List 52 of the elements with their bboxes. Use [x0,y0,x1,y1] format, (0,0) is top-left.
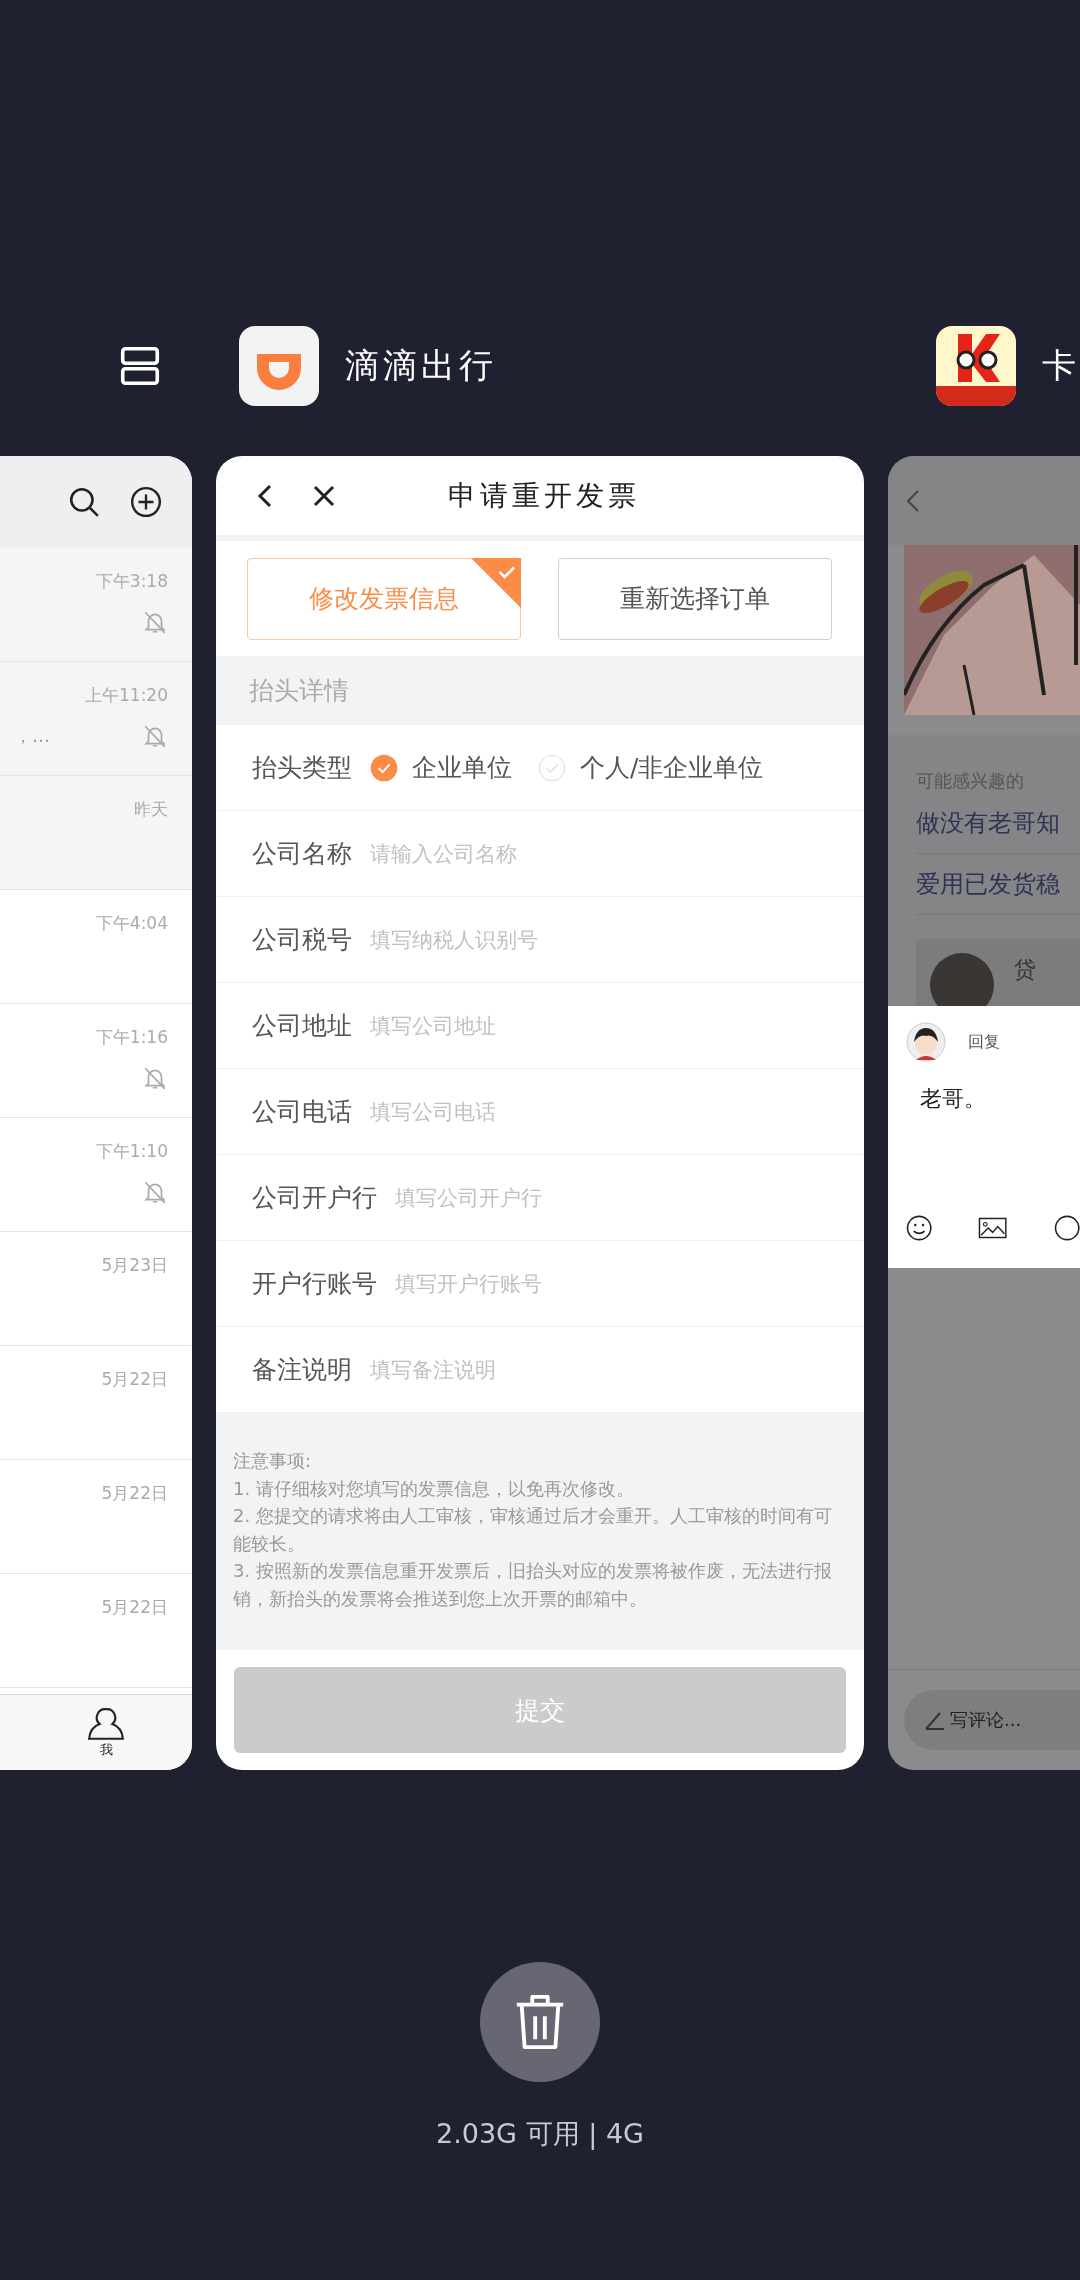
chat-time: 5月22日 [101,1596,168,1619]
field-label: 公司地址 [252,1010,352,1042]
article-link[interactable]: 做没有老哥知 [916,793,1080,854]
check-icon [471,557,521,608]
section-title: 抬头详情 [249,675,349,707]
radio-option[interactable]: 企业单位 [370,751,512,784]
author-name: 贷 [1014,956,1036,984]
tab-label[interactable]: 我 [99,1740,113,1759]
chat-time: 下午1:10 [95,1140,168,1163]
chat-time: 5月23日 [101,1254,168,1277]
app-name: 卡 [1042,344,1080,387]
chat-time: 上午11:20 [85,684,168,707]
app-icon[interactable] [936,326,1016,406]
radio-icon[interactable] [370,753,398,782]
page-title: 申请重开发票 [448,477,640,514]
field-label: 抬头类型 [252,752,352,784]
chat-time: 下午4:04 [95,912,168,935]
field-label: 开户行账号 [252,1268,377,1300]
chat-time: 下午1:16 [95,1026,168,1049]
comment-field[interactable]: 写评论... [904,1690,1080,1750]
add-icon[interactable] [130,486,162,518]
chat-row[interactable]: 昨天 [0,776,192,890]
chat-time: 5月22日 [101,1368,168,1391]
app-name: 滴滴出行 [345,344,497,387]
note-text: 3. 按照新的发票信息重开发票后，旧抬头对应的发票将被作废，无法进行报销，新抬头的发票将会推送到您上次开票的邮箱中。 [233,1559,833,1611]
note-text: 注意事项: [233,1449,313,1473]
avatar [906,1022,946,1062]
field-label: 公司电话 [252,1096,352,1128]
option-tab[interactable]: 修改发票信息 [247,557,521,640]
chat-time: 昨天 [134,798,168,821]
chat-row[interactable]: 上午11:20 ，… [0,662,192,776]
split-screen-icon[interactable] [120,346,160,386]
reply-label: 回复 [968,1031,1000,1053]
memory-status: 2.03G 可用 | 4G [436,2117,644,2152]
note-text: 2. 您提交的请求将由人工审核，审核通过后才会重开。人工审核的时间有可能较长。 [233,1504,833,1556]
person-icon[interactable] [87,1706,125,1741]
app-card[interactable]: 下午3:18 上午11:20 ，… 昨天 下午4:04 下午1:16 下午1:10 5月23日 5月22日 5月22日 5月22日 我 [0,456,192,1770]
option-tab[interactable]: 重新选择订单 [558,557,832,640]
chat-snippet: ，… [13,724,50,748]
chat-time: 下午3:18 [95,570,168,593]
chat-time: 5月22日 [101,1482,168,1505]
note-text: 1. 请仔细核对您填写的发票信息，以免再次修改。 [233,1476,635,1501]
field-label: 备注说明 [252,1354,352,1386]
field-label: 公司开户行 [252,1182,377,1214]
field-label: 公司税号 [252,924,352,956]
reply-text: 老哥。 [920,1085,987,1113]
field-label: 公司名称 [252,838,352,870]
radio-option[interactable]: 个人/非企业单位 [538,751,764,784]
search-icon[interactable] [68,486,100,518]
article-link[interactable]: 爱用已发货稳 [916,854,1080,915]
app-icon[interactable] [239,326,319,406]
chat-row[interactable]: 下午3:18 [0,548,192,662]
